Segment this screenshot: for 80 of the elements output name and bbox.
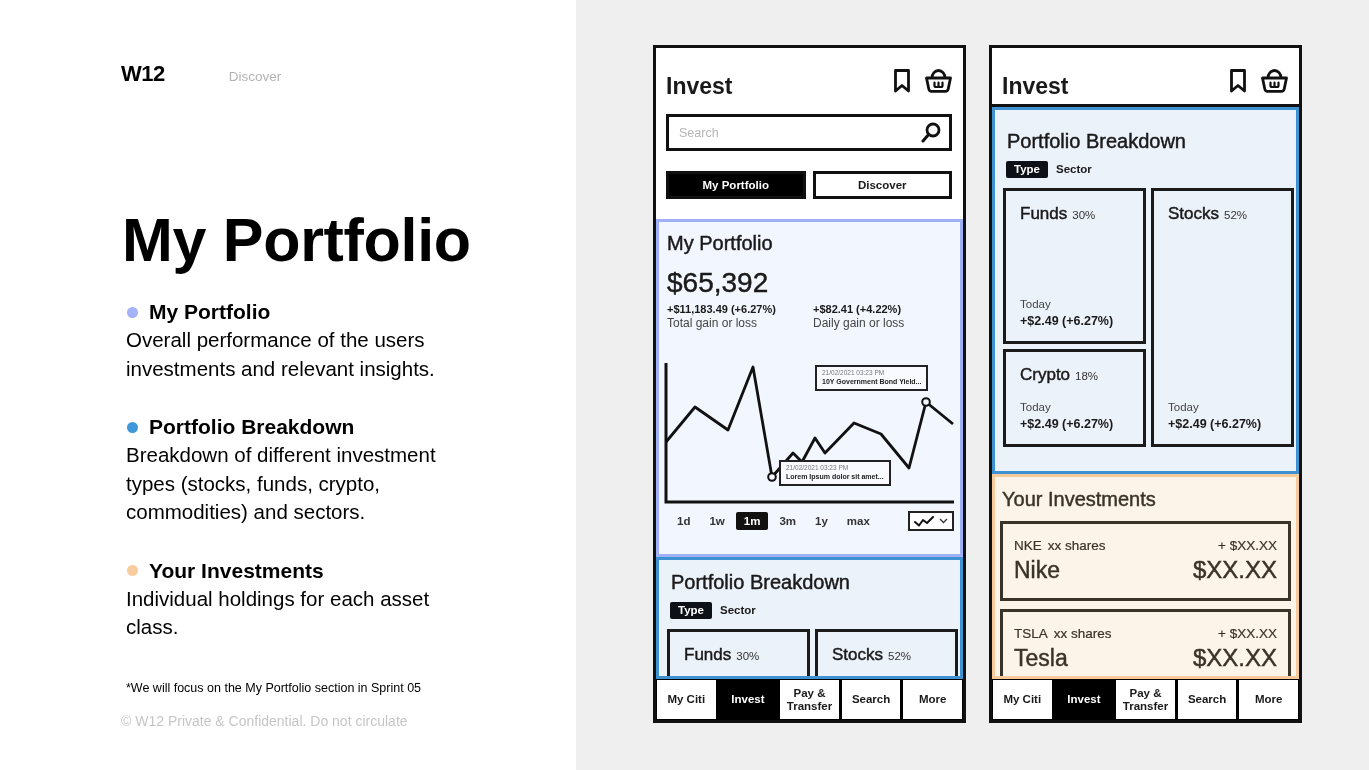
panel-title: Portfolio Breakdown bbox=[1007, 129, 1186, 153]
chart-type-dropdown[interactable] bbox=[908, 511, 954, 531]
nav-item[interactable]: Search bbox=[841, 680, 901, 719]
gain-value: +$11,183.49 (+6.27%) bbox=[667, 302, 776, 316]
tab[interactable]: My Portfolio bbox=[666, 171, 806, 199]
holding-value: $XX.XX bbox=[1192, 556, 1277, 584]
asset-share: 52% bbox=[888, 649, 912, 663]
gain-label: Daily gain or loss bbox=[813, 316, 905, 330]
filter-tab[interactable]: Sector bbox=[1048, 161, 1100, 178]
app-title: Invest bbox=[1002, 72, 1069, 100]
section-heading: Your Investments bbox=[149, 557, 324, 584]
share-count: xx shares bbox=[1047, 537, 1106, 554]
chevron-down-icon bbox=[939, 518, 948, 524]
panel-title: Portfolio Breakdown bbox=[671, 570, 850, 594]
holding-card[interactable]: NKE xx shares + $XX.XX Nike $XX.XX bbox=[1000, 521, 1291, 601]
company-name: Nike bbox=[1014, 556, 1060, 584]
panel-title: Your Investments bbox=[1002, 487, 1156, 511]
asset-share: 30% bbox=[1072, 208, 1096, 222]
today-change: +$2.49 (+6.27%) bbox=[1020, 313, 1114, 330]
nav-item[interactable]: More bbox=[903, 680, 962, 719]
allocation-card[interactable]: Stocks 52% Today +$2.49 (+6.27%) bbox=[1151, 188, 1294, 447]
asset-share: 18% bbox=[1075, 369, 1099, 383]
copyright-notice: © W12 Private & Confidential. Do not circulate bbox=[121, 712, 408, 729]
section-description: Overall performance of the users investments and relevant insights. bbox=[126, 327, 436, 382]
bookmark-icon[interactable] bbox=[1229, 69, 1247, 93]
today-label: Today bbox=[1020, 400, 1051, 415]
company-name: Tesla bbox=[1014, 644, 1068, 672]
asset-name: Stocks bbox=[1168, 203, 1220, 225]
asset-name: Funds bbox=[684, 644, 732, 666]
total-value: $65,392 bbox=[667, 268, 769, 298]
line-chart-icon bbox=[914, 515, 934, 527]
filter-tab[interactable]: Sector bbox=[712, 602, 764, 619]
basket-icon[interactable] bbox=[1261, 68, 1288, 93]
asset-share: 30% bbox=[736, 649, 760, 663]
tab[interactable]: Discover bbox=[812, 171, 952, 199]
panel-title: My Portfolio bbox=[667, 231, 773, 255]
range-button[interactable]: 1y bbox=[807, 512, 836, 530]
allocation-card[interactable]: Funds 30% Today +$2.49 (+6.27%) bbox=[1003, 188, 1146, 344]
ticker: TSLA bbox=[1014, 625, 1048, 642]
section-description: Individual holdings for each asset class. bbox=[126, 585, 431, 640]
holding-card[interactable]: TSLA xx shares + $XX.XX Tesla $XX.XX bbox=[1000, 609, 1291, 676]
section-description: Breakdown of different investment types (stocks, funds, crypto, commodities) and sectors. bbox=[126, 442, 437, 525]
app-title: Invest bbox=[666, 72, 733, 100]
gain-label: Total gain or loss bbox=[667, 316, 758, 330]
range-button[interactable]: max bbox=[838, 512, 878, 530]
price-change: + $XX.XX bbox=[1218, 537, 1277, 554]
search-icon bbox=[921, 122, 941, 143]
nav-item[interactable]: Pay & Transfer bbox=[780, 680, 839, 719]
filter-tab[interactable]: Type bbox=[670, 602, 712, 619]
bookmark-icon[interactable] bbox=[893, 69, 911, 93]
allocation-card[interactable]: Crypto 18% Today +$2.49 (+6.27%) bbox=[1003, 349, 1146, 447]
logo: W12 bbox=[121, 63, 165, 85]
asset-name: Crypto bbox=[1020, 364, 1071, 386]
filter-tab[interactable]: Type bbox=[1006, 161, 1048, 178]
footnote: *We will focus on the My Portfolio section in Sprint 05 bbox=[126, 679, 422, 696]
search-field[interactable]: Search bbox=[666, 114, 952, 151]
nav-item[interactable]: Search bbox=[1177, 680, 1237, 719]
asset-name: Stocks bbox=[832, 644, 884, 666]
today-change: +$2.49 (+6.27%) bbox=[1020, 416, 1114, 433]
nav-item[interactable]: My Citi bbox=[657, 680, 716, 719]
today-label: Today bbox=[1168, 400, 1199, 415]
holding-value: $XX.XX bbox=[1192, 644, 1277, 672]
nav-item[interactable]: More bbox=[1239, 680, 1298, 719]
basket-icon[interactable] bbox=[925, 68, 952, 93]
today-change: +$2.49 (+6.27%) bbox=[1168, 416, 1262, 433]
asset-name: Funds bbox=[1020, 203, 1068, 225]
range-button[interactable]: 1d bbox=[669, 512, 699, 530]
asset-share: 52% bbox=[1224, 208, 1248, 222]
range-button[interactable]: 1w bbox=[701, 512, 733, 530]
share-count: xx shares bbox=[1053, 625, 1112, 642]
section-heading: Portfolio Breakdown bbox=[149, 414, 355, 440]
today-label: Today bbox=[1020, 297, 1051, 312]
gain-value: +$82.41 (+4.22%) bbox=[813, 302, 902, 316]
price-change: + $XX.XX bbox=[1218, 625, 1277, 642]
section-heading: My Portfolio bbox=[149, 299, 271, 325]
range-button[interactable]: 3m bbox=[771, 512, 804, 530]
nav-item[interactable]: Pay & Transfer bbox=[1116, 680, 1175, 719]
range-button[interactable]: 1m bbox=[735, 512, 769, 530]
ticker: NKE bbox=[1014, 537, 1042, 554]
nav-item[interactable]: My Citi bbox=[993, 680, 1052, 719]
